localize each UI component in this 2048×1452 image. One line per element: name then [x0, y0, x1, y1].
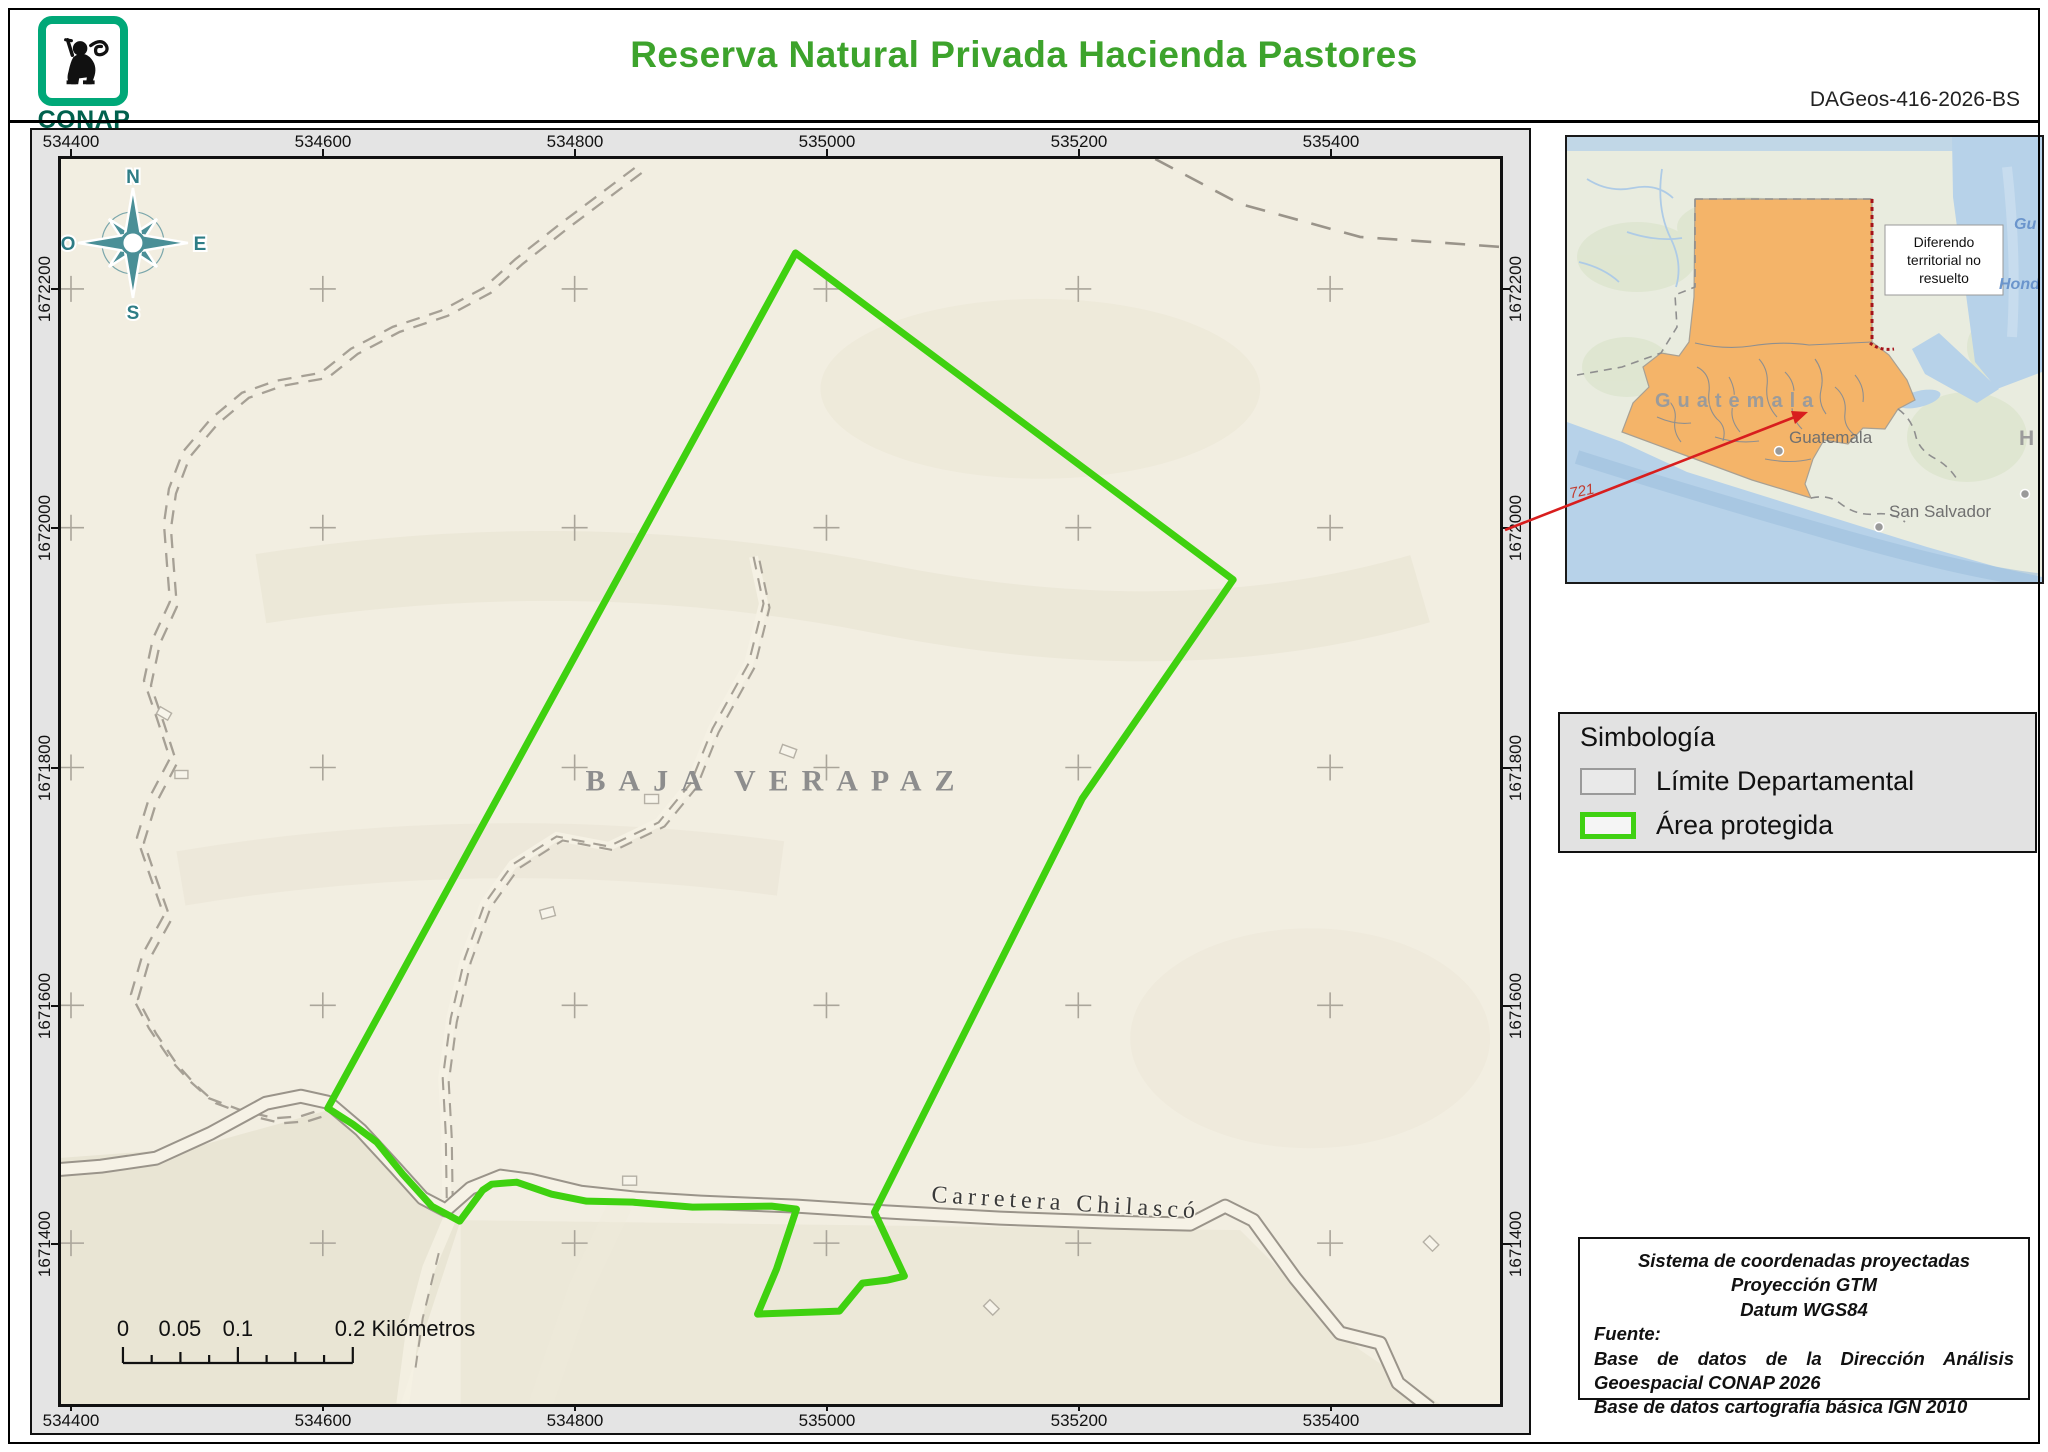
svg-text:0.2 Kilómetros: 0.2 Kilómetros: [335, 1316, 475, 1341]
datum-line: Datum WGS84: [1740, 1298, 1868, 1320]
compass-s: S: [127, 303, 140, 324]
departmental-boundary-swatch: [1580, 768, 1636, 795]
map-document-page: { "header": { "logo_text": "CONAP", "tit…: [0, 0, 2048, 1452]
water-label-fragment-1: Gu: [2014, 216, 2036, 233]
guatemala-city-dot: [1773, 445, 1785, 457]
compass-rose: N E S O: [61, 165, 208, 326]
legend-item-protected-area: Área protegida: [1580, 810, 2035, 841]
credits-box: Sistema de coordenadas proyectadas Proye…: [1578, 1237, 2030, 1417]
san-salvador-dot: [1873, 521, 1885, 533]
protected-area-swatch: [1580, 812, 1636, 839]
inset-note-box: Diferendo territorial no resuelto: [1884, 224, 2004, 296]
grid-label-bottom: 535000: [798, 1411, 856, 1430]
basemap-svg: BAJA VERAPAZ Carretera Chilascó N E S O: [61, 159, 1500, 1404]
city-dot: [2019, 488, 2031, 500]
department-label: BAJA VERAPAZ: [585, 764, 967, 797]
projection-line: Proyección GTM: [1731, 1274, 1877, 1296]
compass-e: E: [194, 234, 207, 255]
honduras-label-fragment: H o: [2019, 427, 2042, 450]
source-heading: Fuente:: [1594, 1323, 1661, 1345]
source-line-2: Base de datos cartografía básica IGN 201…: [1594, 1396, 1968, 1418]
map-canvas: BAJA VERAPAZ Carretera Chilascó N E S O: [58, 156, 1503, 1407]
main-map-frame: 534400 534600 534800 535000 535200 53540…: [30, 128, 1531, 1435]
trail-northeast: [1154, 159, 1500, 249]
compass-o: O: [61, 234, 75, 255]
city-label: Guatemala: [1789, 428, 1873, 447]
note-line-3: resuelto: [1919, 270, 1969, 286]
svg-text:0.1: 0.1: [223, 1316, 254, 1341]
country-label: Guatemala: [1655, 390, 1820, 412]
grid-label-bottom: 534600: [294, 1411, 352, 1430]
grid-label-bottom: 534400: [42, 1411, 100, 1430]
legend-title: Simbología: [1580, 722, 1716, 752]
san-salvador-label: San Salvador: [1889, 502, 1991, 521]
water-label-fragment-2: Hond: [1999, 276, 2041, 293]
terrain-shading: [61, 298, 1491, 1404]
grid-label-bottom: 535400: [1302, 1411, 1360, 1430]
crs-line: Sistema de coordenadas proyectadas: [1637, 1250, 1971, 1271]
grid-label-bottom: 534800: [546, 1411, 604, 1430]
legend-item-departmental: Límite Departamental: [1580, 766, 2035, 797]
inset-svg: Diferendo territorial no resuelto Guatem…: [1567, 137, 2042, 582]
svg-text:0: 0: [117, 1316, 129, 1341]
source-line-1: Base de datos de la Dirección Análisis G…: [1594, 1347, 2014, 1394]
grid-label-bottom: 535200: [1050, 1411, 1108, 1430]
legend: Simbología Límite Departamental Área pro…: [1558, 712, 2037, 853]
note-line-2: territorial no: [1907, 252, 1981, 268]
page-title: Reserva Natural Privada Hacienda Pastore…: [630, 34, 1418, 75]
header-separator: [8, 120, 2040, 123]
note-line-1: Diferendo: [1914, 234, 1975, 250]
trail-northwest: [129, 167, 643, 1125]
document-id: DAGeos-416-2026-BS: [1809, 88, 2020, 111]
inset-locator-map: Diferendo territorial no resuelto Guatem…: [1565, 135, 2044, 584]
compass-n: N: [126, 167, 140, 188]
svg-text:0.05: 0.05: [159, 1316, 202, 1341]
